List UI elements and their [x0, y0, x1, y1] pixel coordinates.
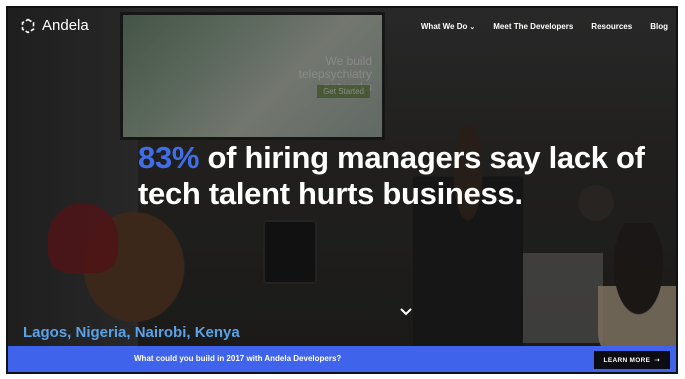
nav-blog[interactable]: Blog	[650, 22, 668, 31]
headline-accent: 83%	[138, 140, 200, 175]
arrow-right-icon: ➝	[654, 357, 660, 364]
cta-bar: What could you build in 2017 with Andela…	[8, 346, 676, 372]
hero-section: We build telepsychiatry networks Get Sta…	[8, 8, 676, 350]
scroll-down-chevron-icon	[400, 308, 412, 316]
nav-meet-the-developers[interactable]: Meet The Developers	[493, 22, 573, 31]
brand-logo[interactable]: Andela	[20, 17, 89, 34]
chevron-down-icon[interactable]	[398, 304, 414, 320]
learn-more-button[interactable]: LEARN MORE ➝	[593, 351, 670, 369]
nav-resources[interactable]: Resources	[591, 22, 632, 31]
nav-what-we-do-label: What We Do	[420, 22, 468, 31]
headline-line2: tech talent hurts business.	[138, 176, 523, 211]
page-frame: We build telepsychiatry networks Get Sta…	[6, 6, 678, 374]
learn-more-label: LEARN MORE	[603, 356, 651, 364]
brand-name: Andela	[42, 17, 89, 34]
nav-links: What We Do ⌄ Meet The Developers Resource…	[421, 22, 668, 31]
hero-headline: 83% of hiring managers say lack of tech …	[138, 140, 658, 212]
top-nav: Andela What We Do ⌄ Meet The Developers R…	[8, 8, 676, 44]
andela-logo-icon	[21, 18, 35, 33]
chevron-down-icon: ⌄	[469, 24, 476, 31]
nav-what-we-do[interactable]: What We Do ⌄	[421, 22, 475, 31]
locations-text: Lagos, Nigeria, Nairobi, Kenya	[23, 324, 240, 341]
headline-line1-rest: of hiring managers say lack of	[199, 140, 645, 175]
cta-text: What could you build in 2017 with Andela…	[134, 354, 342, 363]
